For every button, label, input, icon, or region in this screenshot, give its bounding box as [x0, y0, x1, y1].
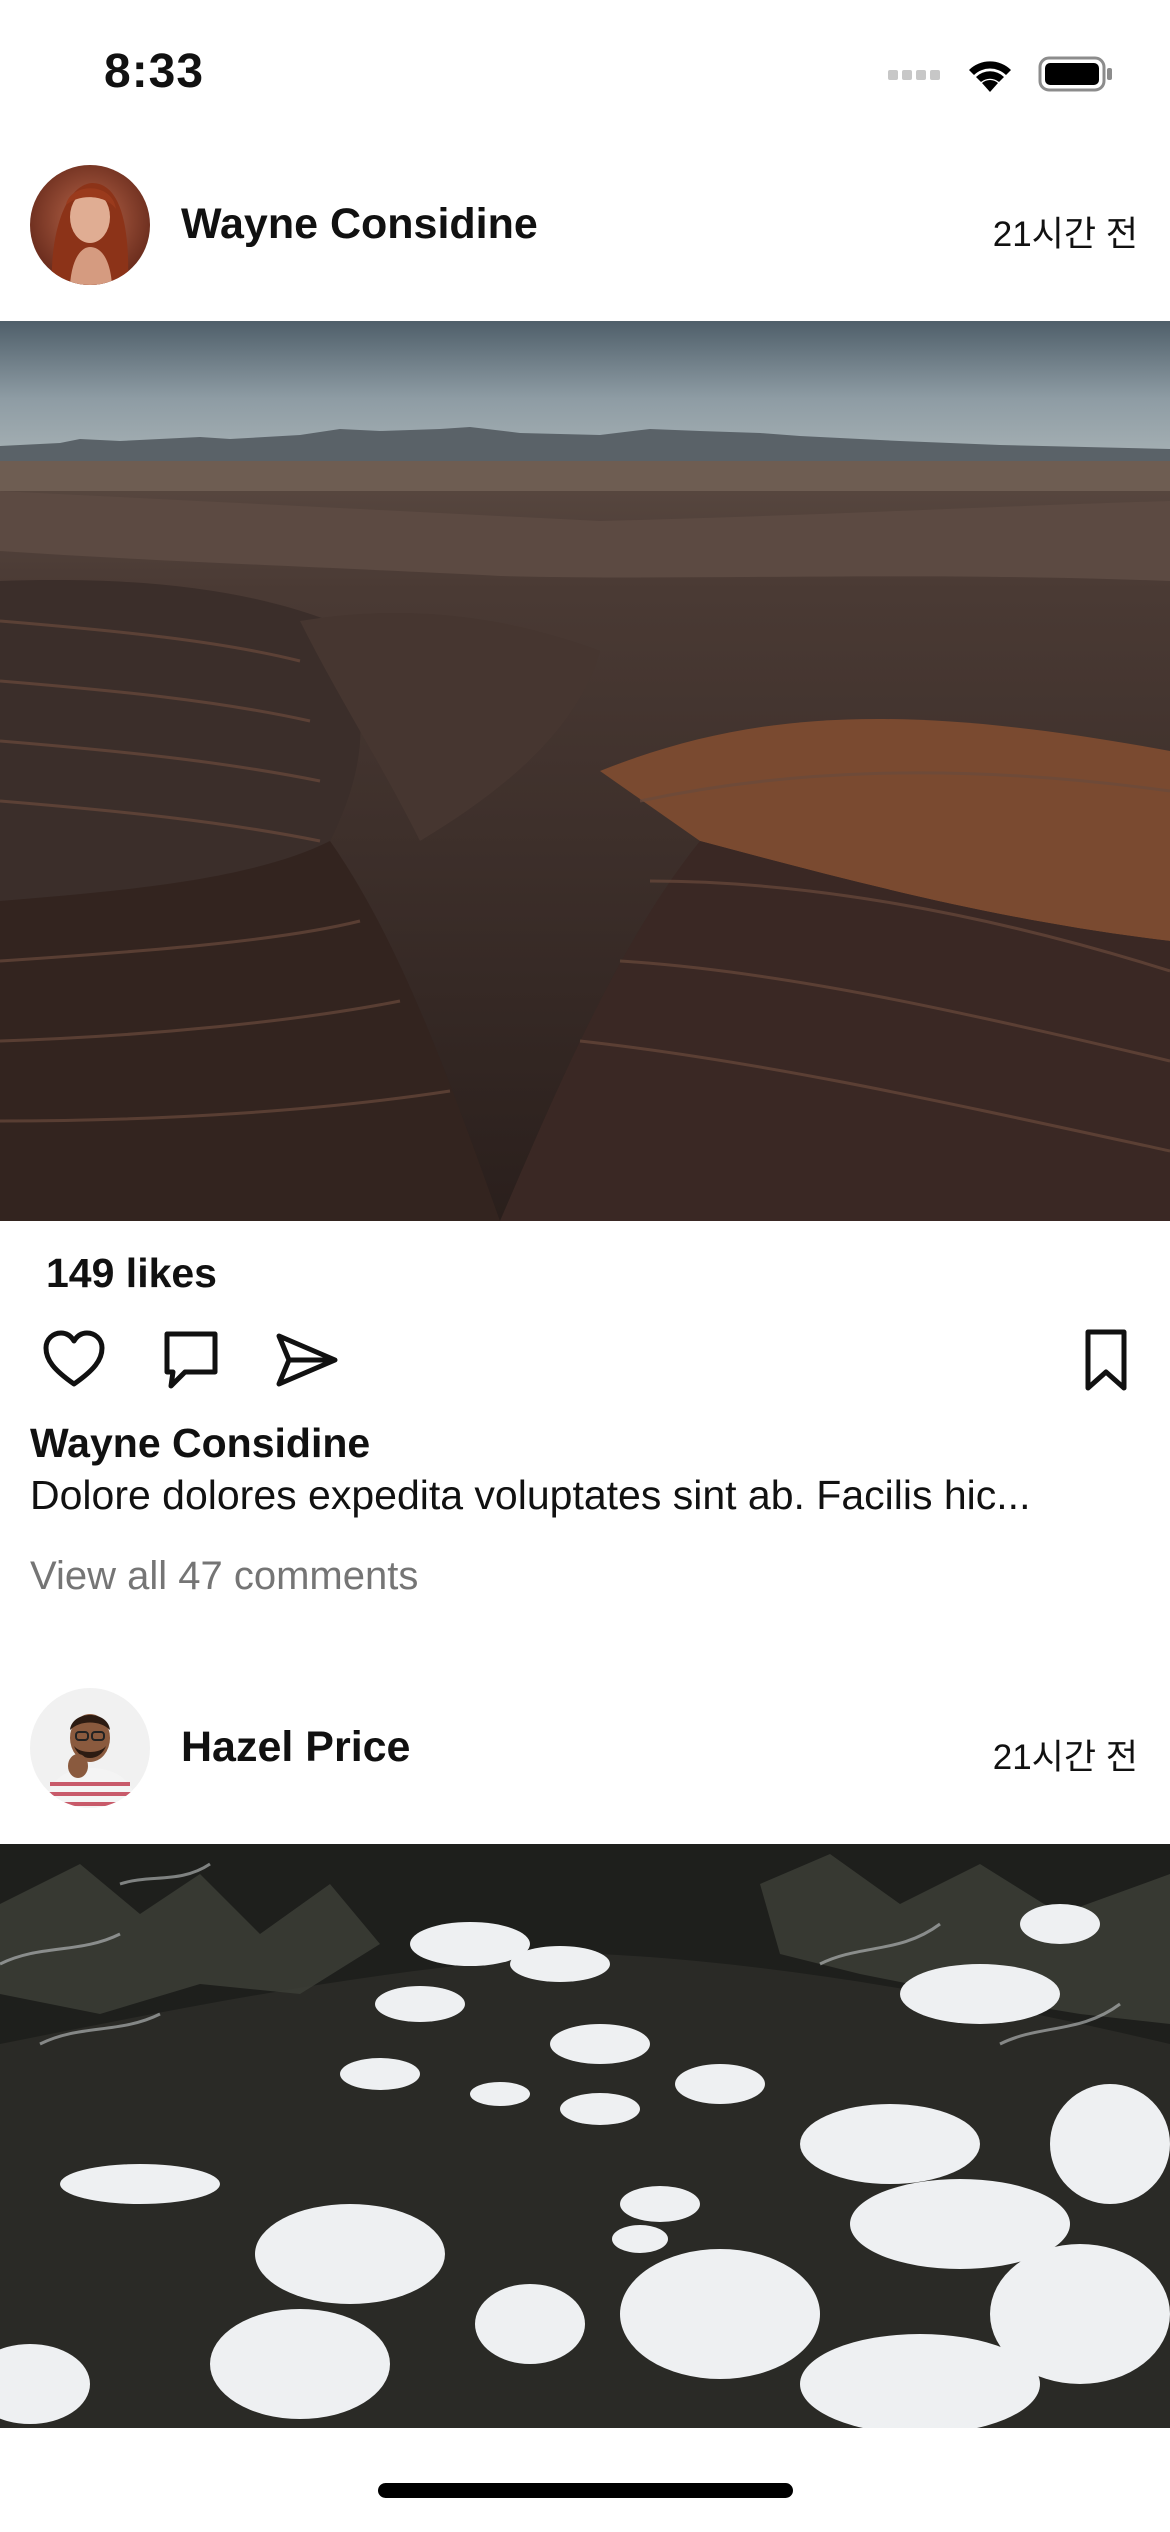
post-timestamp: 21시간 전 [992, 215, 1138, 254]
cellular-icon [888, 70, 940, 80]
post-header: Wayne Considine 21시간 전 [0, 150, 1170, 300]
caption-text: Dolore dolores expedita voluptates sint … [30, 1472, 1031, 1518]
bookmark-icon[interactable] [1072, 1326, 1140, 1394]
avatar[interactable] [30, 1688, 150, 1808]
post-username[interactable]: Wayne Considine [181, 200, 538, 249]
likes-count[interactable]: 149 likes [46, 1250, 217, 1297]
send-icon[interactable] [273, 1326, 341, 1394]
wifi-icon [969, 61, 1011, 92]
bottom-safe-area [0, 2428, 1170, 2532]
caption-username[interactable]: Wayne Considine [30, 1420, 370, 1467]
feed-post: Wayne Considine 21시간 전 [0, 150, 1170, 1221]
post-image[interactable] [0, 1844, 1170, 2428]
status-icons [888, 52, 1114, 96]
battery-icon [1038, 56, 1112, 92]
status-time: 8:33 [104, 45, 205, 98]
post-image[interactable] [0, 321, 1170, 1221]
view-comments-link[interactable]: View all 47 comments [30, 1554, 418, 1599]
heart-icon[interactable] [40, 1326, 108, 1394]
comment-icon[interactable] [157, 1326, 225, 1394]
post-username[interactable]: Hazel Price [181, 1723, 410, 1772]
feed-post: Hazel Price 21시간 전 [0, 1673, 1170, 1823]
home-indicator[interactable] [378, 2483, 793, 2498]
post-header: Hazel Price 21시간 전 [0, 1673, 1170, 1823]
avatar[interactable] [30, 165, 150, 285]
post-timestamp: 21시간 전 [992, 1738, 1138, 1777]
status-bar: 8:33 [0, 0, 1170, 150]
